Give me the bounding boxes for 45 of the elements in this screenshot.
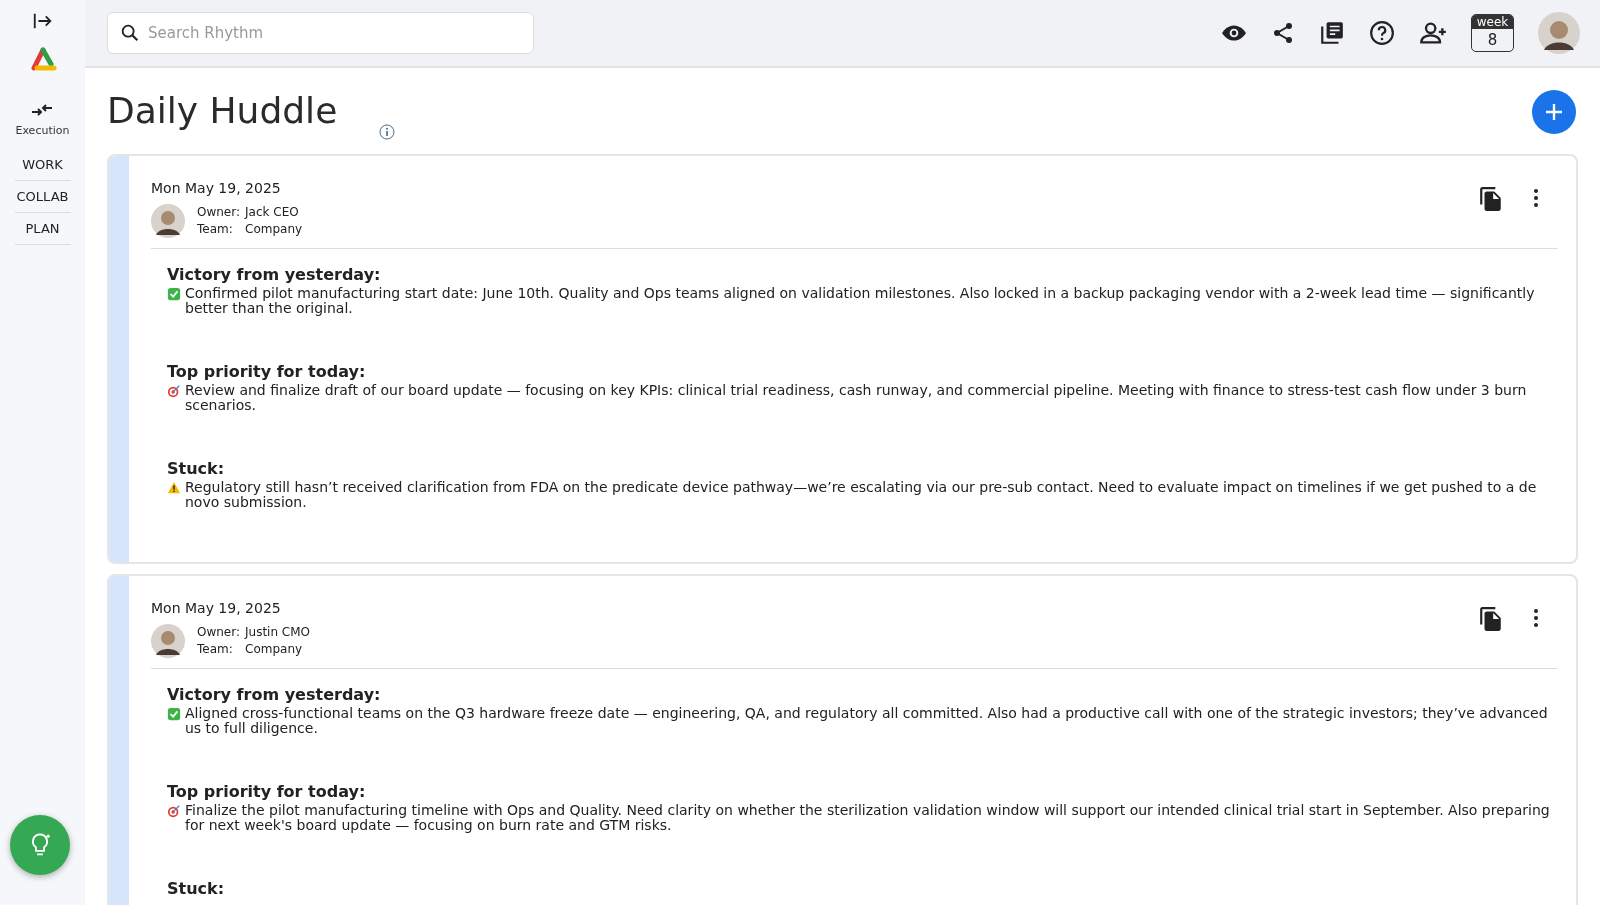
search-field[interactable]: Search Rhythm [107, 12, 534, 54]
team-label: Team: [197, 221, 234, 238]
nav-item[interactable]: COLLAB [14, 181, 71, 213]
section-text: Finalize the pilot manufacturing timeline with Ops and Quality. Need clarity on whether the sterilization validation window will support our intended clinical trial start in September. Also preparing for next week's board update — focusing on burn rate and GTM risks. [185, 803, 1551, 833]
owner-name: Justin CMO [245, 624, 311, 641]
section-heading: Victory from yesterday: [167, 265, 382, 284]
section-heading: Top priority for today: [167, 782, 367, 801]
team-name: Company [245, 641, 304, 658]
owner-name: Jack CEO [245, 204, 300, 221]
team-label: Team: [197, 641, 234, 658]
huddle-date: Mon May 19, 2025 [151, 600, 282, 616]
avatar-icon [151, 624, 185, 658]
check-mark-icon [167, 287, 181, 301]
library-icon[interactable] [1319, 20, 1345, 46]
nav-item[interactable]: WORK [14, 149, 71, 181]
user-avatar-icon[interactable] [1538, 12, 1580, 54]
nav-item[interactable]: PLAN [14, 213, 71, 245]
logo-icon [28, 46, 57, 74]
section-heading: Stuck: [167, 879, 226, 898]
info-icon[interactable] [379, 124, 396, 140]
warning-icon [167, 481, 181, 495]
copy-icon[interactable] [1478, 606, 1504, 632]
huddle-date: Mon May 19, 2025 [151, 180, 282, 196]
lightbulb-button[interactable] [10, 815, 70, 875]
target-icon [167, 384, 181, 398]
check-mark-icon [167, 707, 181, 721]
page-title: Daily Huddle [107, 93, 338, 129]
section-heading: Victory from yesterday: [167, 685, 382, 704]
section-heading: Top priority for today: [167, 362, 367, 381]
avatar-icon [151, 204, 185, 238]
section-text: Review and finalize draft of our board update — focusing on key KPIs: clinical trial readiness, cash runway, and commercial pipeline. Meeting with finance to stress-test cash flow under 3 burn scenarios. [185, 383, 1528, 413]
section-label: Execution [15, 124, 70, 137]
week-badge[interactable]: week 8 [1471, 14, 1514, 52]
target-icon [167, 804, 181, 818]
section-text: Aligned cross-functional teams on the Q3 hardware freeze date — engineering, QA, and regulatory all committed. Also had a productive call with one of the strategic investors; they’ve advanced us to full diligence. [185, 706, 1549, 736]
team-name: Company [245, 221, 303, 238]
section-text: Confirmed pilot manufacturing start date: June 10th. Quality and Ops teams aligned on validation milestones. Also locked in a backup packaging vendor with a 2-week lead time — significantly better than the original. [185, 286, 1536, 316]
share-icon[interactable] [1271, 21, 1295, 45]
section-heading: Stuck: [167, 459, 226, 478]
section-text: Regulatory still hasn’t received clarification from FDA on the predicate device pathway—we’re escalating via our pre-sub contact. Need to evaluate impact on timelines if we get pushed to a de novo submission. [185, 480, 1538, 510]
add-button[interactable] [1532, 90, 1576, 134]
copy-icon[interactable] [1478, 186, 1504, 212]
owner-label: Owner: [197, 624, 240, 641]
help-icon[interactable] [1369, 20, 1395, 46]
owner-label: Owner: [197, 204, 240, 221]
